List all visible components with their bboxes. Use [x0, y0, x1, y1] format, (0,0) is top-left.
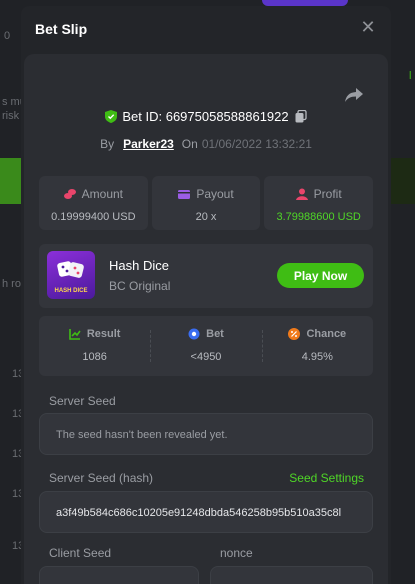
server-seed-hash-label: Server Seed (hash): [49, 471, 154, 485]
bet-id: Bet ID: 6697505858886192​2: [122, 109, 289, 124]
wallet-icon: [178, 190, 191, 199]
percent-icon: [288, 328, 301, 340]
close-icon[interactable]: ✕: [359, 18, 377, 36]
by-label: By: [100, 137, 115, 151]
server-seed-hash-field[interactable]: a3f49b584c686c10205e91248dbda546258b95b5…: [39, 491, 373, 533]
bet-label: Bet: [206, 328, 224, 340]
modal-title: Bet Slip: [35, 21, 88, 37]
background-right-panel: [391, 158, 415, 204]
stat-label: Payout: [196, 187, 234, 201]
stat-amount: Amount 0.19999400 USD: [39, 176, 148, 230]
chance-value: 4.95%: [301, 351, 333, 363]
client-seed-field[interactable]: [39, 566, 199, 584]
share-icon[interactable]: [344, 86, 364, 104]
server-seed-field[interactable]: The seed hasn't been revealed yet.: [39, 413, 373, 455]
nonce-field[interactable]: [210, 566, 373, 584]
coins-icon: [63, 189, 76, 199]
game-thumbnail[interactable]: HASH DICE: [47, 251, 95, 299]
server-seed-value: The seed hasn't been revealed yet.: [56, 429, 228, 441]
stat-payout: Payout 20 x: [151, 176, 261, 230]
stat-value: 20 x: [195, 211, 217, 223]
bet-details-panel: Bet ID: 6697505858886192​2 By Parker23 On 0…: [24, 54, 388, 584]
dice-icon: [57, 261, 84, 278]
server-seed-hash-value: a3f49b584c686c10205e91248dbda546258b95b5…: [56, 507, 342, 519]
target-icon: [188, 328, 200, 340]
client-seed-label: Client Seed: [49, 546, 112, 560]
server-seed-label: Server Seed: [49, 394, 116, 408]
background-text: h ro: [2, 278, 21, 290]
nonce-label: nonce: [220, 546, 253, 560]
result-value: 1086: [82, 351, 107, 363]
result-column: Result 1086: [39, 316, 150, 376]
bet-slip-modal: Bet Slip ✕ Bet ID: 6697505858886192​2 By…: [21, 6, 391, 584]
bet-column: Bet <4950: [150, 316, 261, 376]
result-card: Result 1086 Bet <4950 Chance 4.95%: [39, 316, 373, 376]
bet-author-row: By Parker23 On 01/06/2022 13:32:21: [24, 137, 388, 151]
game-provider: BC Original: [109, 279, 171, 293]
chance-column: Chance 4.95%: [261, 316, 373, 376]
shield-icon: [105, 110, 118, 123]
copy-icon[interactable]: [295, 110, 307, 123]
username-link[interactable]: Parker23: [123, 137, 174, 151]
result-label: Result: [86, 328, 121, 340]
stat-value: 0.19999400 USD: [51, 211, 136, 223]
play-now-button[interactable]: Play Now: [277, 263, 364, 288]
bet-date: 01/06/2022 13:32:21: [201, 137, 312, 151]
modal-header: Bet Slip ✕: [21, 6, 391, 50]
background-text: risk: [2, 110, 20, 122]
game-card: HASH DICE Hash Dice BC Original Play Now: [39, 244, 373, 308]
stat-label: Profit: [313, 187, 342, 201]
chart-icon: [69, 329, 81, 340]
chance-label: Chance: [306, 328, 347, 340]
bet-value: <4950: [190, 351, 222, 363]
background-text: 0: [4, 30, 11, 42]
stat-profit: Profit 3.79988600 USD: [264, 176, 374, 230]
bet-id-row: Bet ID: 6697505858886192​2: [24, 109, 388, 124]
stat-label: Amount: [81, 187, 124, 201]
game-name: Hash Dice: [109, 258, 169, 273]
stat-value: 3.79988600 USD: [276, 211, 361, 223]
bet-stats: Amount 0.19999400 USD Payout 20 x Profit…: [39, 176, 374, 230]
profit-icon: [295, 188, 308, 200]
seed-settings-link[interactable]: Seed Settings: [289, 471, 364, 485]
on-label: On: [181, 137, 198, 151]
background-text: l: [409, 70, 412, 82]
game-thumb-text: HASH DICE: [54, 288, 88, 294]
